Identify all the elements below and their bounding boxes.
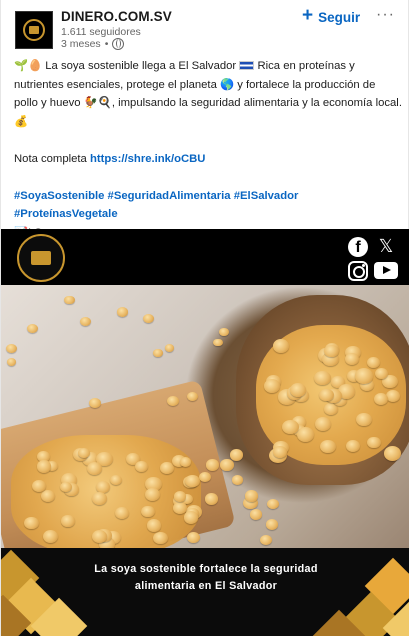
post-paragraph: 🌱🥚 La soya sostenible llega a El Salvado… bbox=[14, 57, 402, 131]
follow-label: Seguir bbox=[318, 9, 361, 25]
soybean bbox=[91, 529, 107, 543]
soybean bbox=[386, 389, 401, 402]
soybean bbox=[141, 505, 155, 518]
soybean bbox=[366, 436, 381, 449]
soybean bbox=[172, 501, 187, 514]
more-options-icon[interactable]: ··· bbox=[376, 6, 395, 24]
company-avatar[interactable] bbox=[15, 11, 53, 49]
soybean bbox=[186, 391, 198, 401]
soybean bbox=[259, 534, 273, 546]
soybean bbox=[114, 506, 129, 519]
note-line: Nota completa https://shre.ink/oCBU bbox=[14, 150, 402, 169]
post-time: 3 meses bbox=[61, 38, 101, 50]
soybean bbox=[267, 498, 280, 510]
soybean bbox=[61, 515, 75, 527]
soybean bbox=[355, 368, 373, 384]
soybean bbox=[319, 388, 334, 401]
soybean bbox=[173, 491, 186, 502]
soybean bbox=[183, 511, 199, 524]
image-top-bar: f 𝕏 bbox=[1, 229, 409, 285]
soybean bbox=[356, 412, 373, 426]
soybean bbox=[345, 439, 360, 452]
el-salvador-flag-icon bbox=[239, 61, 255, 70]
hashtag-list[interactable]: #SoyaSostenible #SeguridadAlimentaria #E… bbox=[14, 190, 298, 221]
soybean bbox=[31, 480, 46, 493]
x-icon: 𝕏 bbox=[378, 236, 394, 256]
soybean bbox=[324, 344, 339, 358]
soybean bbox=[229, 448, 244, 461]
soybean bbox=[186, 531, 201, 544]
soybean bbox=[179, 457, 192, 467]
post-header: DINERO.COM.SV 1.611 seguidores 3 meses •… bbox=[1, 0, 409, 56]
soybean bbox=[373, 392, 388, 405]
soybean bbox=[245, 490, 259, 502]
soybean bbox=[77, 447, 90, 459]
soybean bbox=[64, 295, 75, 305]
follow-button[interactable]: + Seguir bbox=[302, 5, 361, 27]
follower-count: 1.611 seguidores bbox=[61, 26, 141, 38]
soybean bbox=[24, 516, 39, 529]
soybean bbox=[273, 339, 289, 353]
soybean bbox=[213, 338, 223, 347]
image-banner: La soya sostenible fortalece la segurida… bbox=[1, 548, 409, 636]
soybean bbox=[37, 460, 52, 473]
post-meta: 3 meses • bbox=[61, 38, 125, 50]
dinero-logo-icon bbox=[17, 234, 65, 282]
soybean bbox=[145, 488, 161, 501]
globe-icon bbox=[112, 38, 125, 50]
youtube-icon bbox=[374, 262, 398, 279]
soybean bbox=[117, 307, 128, 317]
soybean bbox=[366, 356, 380, 369]
post-image[interactable]: f 𝕏 La soya sostenible fortalece la segu… bbox=[1, 229, 409, 636]
soybean bbox=[344, 353, 359, 366]
soybean bbox=[164, 344, 174, 352]
company-name[interactable]: DINERO.COM.SV bbox=[61, 9, 172, 24]
soybean bbox=[134, 461, 148, 473]
soybean bbox=[146, 519, 162, 532]
soybean bbox=[250, 509, 263, 520]
soybean bbox=[159, 461, 174, 474]
soybean bbox=[6, 343, 17, 353]
soybean bbox=[265, 519, 279, 531]
soybean bbox=[152, 531, 168, 545]
soybean bbox=[185, 474, 200, 488]
soybean bbox=[232, 475, 244, 485]
post-text: 🌱🥚 La soya sostenible llega a El Salvado… bbox=[14, 57, 402, 242]
meta-separator: • bbox=[104, 38, 109, 50]
note-label: Nota completa bbox=[14, 152, 87, 165]
soybean-photo bbox=[1, 285, 409, 548]
soybean bbox=[384, 446, 402, 462]
soybean bbox=[219, 327, 230, 337]
soybean bbox=[263, 379, 280, 393]
banner-caption: La soya sostenible fortalece la segurida… bbox=[71, 561, 341, 595]
note-link[interactable]: https://shre.ink/oCBU bbox=[90, 153, 205, 165]
plus-icon: + bbox=[302, 5, 314, 26]
soybean bbox=[153, 349, 163, 358]
soybean bbox=[220, 459, 234, 471]
hashtags: #SoyaSostenible #SeguridadAlimentaria #E… bbox=[14, 187, 402, 224]
post-text-intro: 🌱🥚 La soya sostenible llega a El Salvado… bbox=[14, 60, 237, 72]
soybean bbox=[314, 370, 332, 385]
company-logo-icon bbox=[23, 19, 45, 41]
soybean bbox=[204, 493, 218, 505]
soybean bbox=[80, 316, 92, 327]
banner-line-2: alimentaria en El Salvador bbox=[134, 580, 278, 592]
soybean bbox=[142, 313, 154, 324]
linkedin-post-card: DINERO.COM.SV 1.611 seguidores 3 meses •… bbox=[0, 0, 409, 636]
banner-line-1: La soya sostenible fortalece la segurida… bbox=[94, 563, 318, 575]
instagram-icon bbox=[348, 261, 368, 281]
facebook-icon: f bbox=[348, 237, 368, 257]
soybean bbox=[27, 323, 38, 333]
soybean bbox=[6, 358, 17, 367]
soybean bbox=[314, 417, 331, 432]
